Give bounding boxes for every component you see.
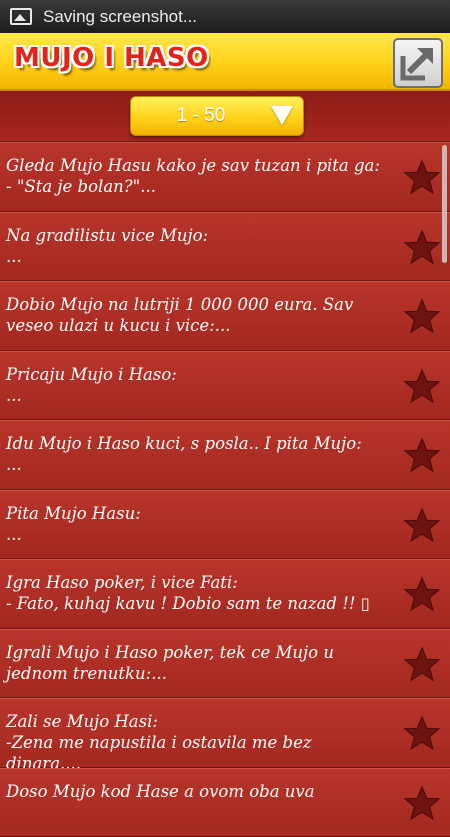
page-selector-bar: 1 - 50 [0,91,450,142]
scrollbar[interactable] [442,145,447,263]
joke-preview-text: Igra Haso poker, i vice Fati: - Fato, ku… [6,572,391,614]
status-text: Saving screenshot... [43,7,197,27]
share-button[interactable] [393,38,443,88]
status-bar: Saving screenshot... [0,0,450,33]
joke-preview-text: Igrali Mujo i Haso poker, tek ce Mujo u … [6,642,391,684]
joke-list-item[interactable]: Igra Haso poker, i vice Fati: - Fato, ku… [0,559,450,629]
joke-preview-text: Dobio Mujo na lutriji 1 000 000 eura. Sa… [6,294,391,336]
app-header: MUJO I HASO [0,33,450,91]
joke-list-item[interactable]: Na gradilistu vice Mujo: ... [0,212,450,282]
joke-list-item[interactable]: Dobio Mujo na lutriji 1 000 000 eura. Sa… [0,281,450,351]
joke-list-item[interactable]: Gleda Mujo Hasu kako je sav tuzan i pita… [0,142,450,212]
dropdown-arrow-icon [271,106,293,125]
joke-preview-text: Pita Mujo Hasu: ... [6,503,391,545]
joke-list-item[interactable]: Pita Mujo Hasu: ... [0,490,450,560]
favorite-star-icon[interactable] [403,576,441,612]
joke-preview-text: Idu Mujo i Haso kuci, s posla.. I pita M… [6,433,391,475]
app-title: MUJO I HASO [14,43,209,73]
favorite-star-icon[interactable] [403,159,441,195]
joke-list-item[interactable]: Doso Mujo kod Hase a ovom oba uva [0,768,450,837]
page-range-dropdown[interactable]: 1 - 50 [130,96,304,136]
joke-preview-text: Na gradilistu vice Mujo: ... [6,225,391,267]
joke-list-item[interactable]: Idu Mujo i Haso kuci, s posla.. I pita M… [0,420,450,490]
jokes-list: Gleda Mujo Hasu kako je sav tuzan i pita… [0,142,450,837]
joke-preview-text: Gleda Mujo Hasu kako je sav tuzan i pita… [6,155,391,197]
favorite-star-icon[interactable] [403,437,441,473]
image-icon [10,8,32,25]
joke-preview-text: Zali se Mujo Hasi: -Zena me napustila i … [6,711,391,774]
joke-preview-text: Doso Mujo kod Hase a ovom oba uva [6,781,391,802]
joke-list-item[interactable]: Pricaju Mujo i Haso: ... [0,351,450,421]
favorite-star-icon[interactable] [403,715,441,751]
share-icon [395,40,441,86]
favorite-star-icon[interactable] [403,368,441,404]
favorite-star-icon[interactable] [403,785,441,821]
favorite-star-icon[interactable] [403,229,441,265]
favorite-star-icon[interactable] [403,507,441,543]
joke-preview-text: Pricaju Mujo i Haso: ... [6,364,391,406]
page-range-value: 1 - 50 [131,97,271,135]
joke-list-item[interactable]: Igrali Mujo i Haso poker, tek ce Mujo u … [0,629,450,699]
favorite-star-icon[interactable] [403,298,441,334]
favorite-star-icon[interactable] [403,646,441,682]
joke-list-item[interactable]: Zali se Mujo Hasi: -Zena me napustila i … [0,698,450,768]
